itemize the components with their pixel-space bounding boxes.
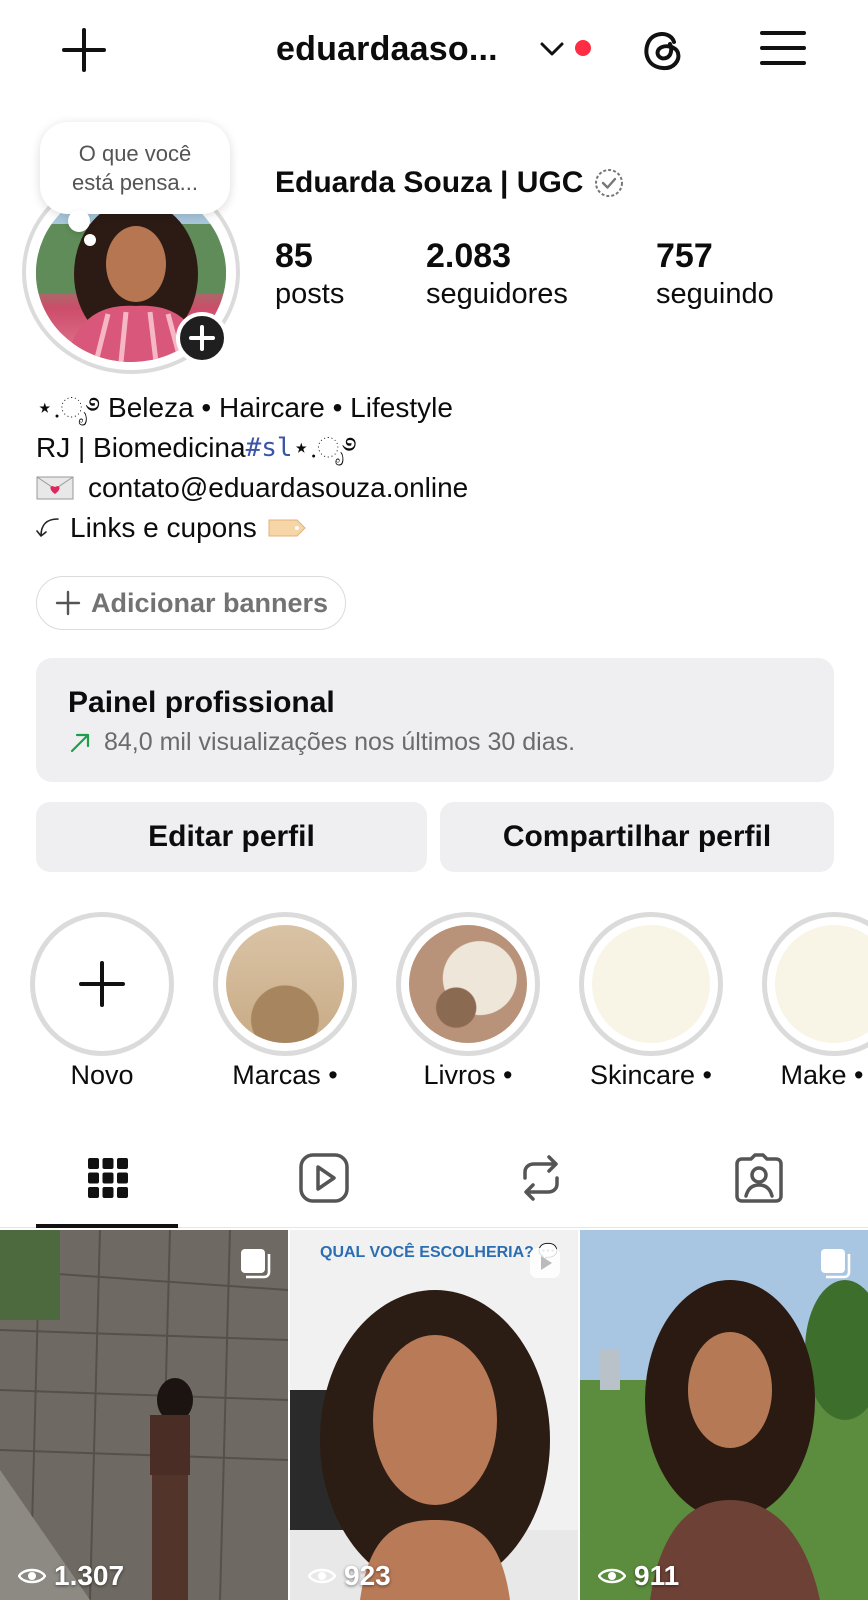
highlight-cover (226, 925, 344, 1043)
menu-icon[interactable] (760, 27, 806, 69)
add-banners-button[interactable]: Adicionar banners (36, 576, 346, 630)
highlight-new[interactable]: Novo (30, 912, 174, 1090)
eye-icon (18, 1568, 46, 1584)
highlight-make[interactable]: Make • (762, 912, 868, 1090)
reposts-icon (523, 1155, 559, 1201)
note-text: O que você está pensa... (72, 141, 198, 195)
add-banners-label: Adicionar banners (91, 587, 329, 618)
curved-arrow-icon (36, 518, 59, 537)
views-value: 1.307 (54, 1560, 125, 1591)
highlight-label: Novo (70, 1060, 134, 1090)
note-bubble[interactable]: O que você está pensa... (40, 122, 230, 214)
display-name-row: Eduarda Souza | UGC (275, 166, 625, 200)
post-thumbnail (580, 1230, 868, 1600)
views-value: 923 (344, 1560, 391, 1591)
hashtag-link[interactable]: #sl (246, 428, 293, 468)
stat-followers[interactable]: 2.083 seguidores (426, 236, 568, 312)
highlight-ring (213, 912, 357, 1056)
note-bubble-tail-small (84, 234, 96, 246)
grid-post[interactable]: QUAL VOCÊ ESCOLHERIA? 💬 923 (290, 1230, 578, 1600)
tagged-icon (735, 1153, 783, 1203)
highlight-cover (775, 925, 868, 1043)
stat-label: posts (275, 278, 345, 310)
post-thumbnail (290, 1230, 578, 1600)
contact-email[interactable]: contato@eduardasouza.online (88, 468, 468, 508)
reels-icon (299, 1153, 349, 1203)
note-bubble-tail (68, 210, 90, 232)
tab-grid[interactable] (82, 1152, 134, 1208)
highlight-label: Livros • (423, 1060, 513, 1090)
highlight-livros[interactable]: Livros • (396, 912, 540, 1090)
highlight-ring (30, 912, 174, 1056)
bio-line: contato@eduardasouza.online (36, 468, 836, 508)
post-thumbnail (0, 1230, 288, 1600)
stat-value: 85 (275, 237, 313, 275)
bio-text: Links e cupons (70, 512, 257, 543)
profile-tabs (0, 1148, 868, 1228)
username: eduardaaso... (276, 29, 498, 68)
active-tab-indicator (36, 1224, 178, 1228)
stat-label: seguidores (426, 278, 568, 310)
carousel-icon (241, 1249, 271, 1279)
top-bar: eduardaaso... (0, 0, 868, 96)
tag-icon (268, 519, 306, 537)
highlight-label: Marcas • (232, 1060, 338, 1090)
tab-reposts[interactable] (515, 1152, 567, 1208)
bio: ⋆.ೃ࿔ Beleza • Haircare • Lifestyle RJ | … (36, 388, 836, 548)
verified-badge-icon (595, 169, 624, 197)
trending-up-icon (70, 733, 90, 752)
highlight-label: Make • (780, 1060, 864, 1090)
views-count: 911 (598, 1560, 679, 1592)
carousel-icon (821, 1249, 851, 1279)
highlight-marcas[interactable]: Marcas • (213, 912, 357, 1090)
stat-value: 757 (656, 237, 713, 275)
share-profile-button[interactable]: Compartilhar perfil (440, 802, 834, 872)
display-name: Eduarda Souza | UGC (275, 166, 584, 199)
threads-icon[interactable] (638, 24, 688, 74)
tab-tagged[interactable] (733, 1152, 785, 1208)
highlight-skincare[interactable]: Skincare • (579, 912, 723, 1090)
bio-line: Links e cupons (36, 508, 836, 548)
dashboard-views-text: 84,0 mil visualizações nos últimos 30 di… (104, 728, 576, 756)
chevron-down-icon[interactable] (538, 36, 566, 62)
post-overlay-text: QUAL VOCÊ ESCOLHERIA? 💬 (320, 1244, 559, 1261)
bio-text: RJ | Biomedicina (36, 432, 246, 463)
dashboard-title: Painel profissional (68, 686, 335, 719)
create-plus-icon[interactable] (60, 26, 108, 74)
bio-text: ⋆.ೃ࿔ (292, 432, 357, 463)
tab-reels[interactable] (298, 1152, 350, 1208)
professional-dashboard[interactable]: Painel profissional 84,0 mil visualizaçõ… (36, 658, 834, 782)
highlight-cover (409, 925, 527, 1043)
highlight-label: Skincare • (589, 1060, 712, 1090)
bio-line: RJ | Biomedicina #sl ⋆.ೃ࿔ (36, 428, 836, 468)
stat-following[interactable]: 757 seguindo (656, 236, 774, 312)
stat-value: 2.083 (426, 237, 512, 275)
stat-label: seguindo (656, 278, 774, 310)
grid-post[interactable]: 911 (580, 1230, 868, 1600)
reel-icon (530, 1248, 560, 1278)
notification-dot (575, 40, 591, 56)
plus-icon (55, 590, 81, 616)
dashboard-subtitle: 84,0 mil visualizações nos últimos 30 di… (68, 728, 575, 757)
eye-icon (308, 1568, 336, 1584)
grid-icon (88, 1158, 128, 1198)
stat-posts[interactable]: 85 posts (275, 236, 344, 312)
views-count: 923 (308, 1560, 391, 1592)
highlight-ring (762, 912, 868, 1056)
eye-icon (598, 1568, 626, 1584)
highlight-cover (592, 925, 710, 1043)
bio-line: ⋆.ೃ࿔ Beleza • Haircare • Lifestyle (36, 392, 453, 423)
views-value: 911 (634, 1560, 680, 1591)
add-story-button[interactable] (176, 312, 228, 364)
account-switcher[interactable]: eduardaaso... (276, 26, 498, 72)
grid-post[interactable]: 1.307 (0, 1230, 288, 1600)
views-count: 1.307 (18, 1560, 124, 1592)
highlight-ring (396, 912, 540, 1056)
highlight-ring (579, 912, 723, 1056)
love-letter-icon (36, 476, 74, 500)
plus-icon (79, 961, 125, 1007)
edit-profile-button[interactable]: Editar perfil (36, 802, 427, 872)
